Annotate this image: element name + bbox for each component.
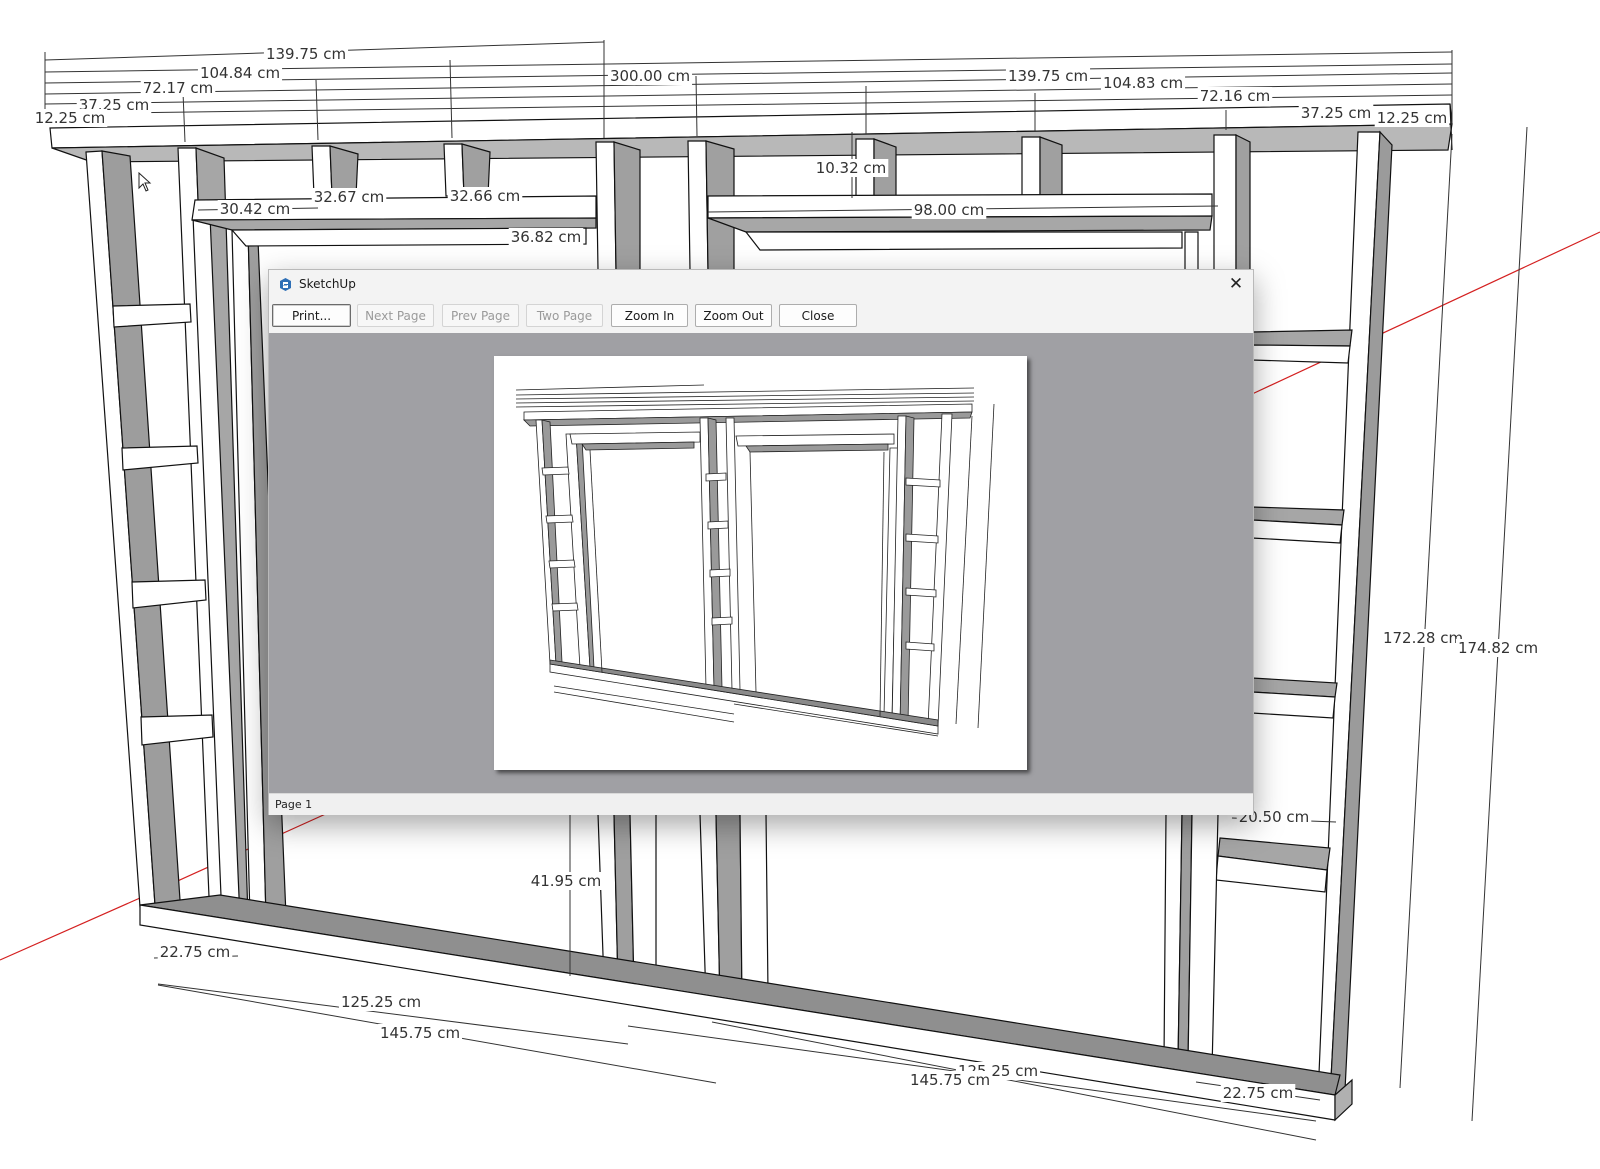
dim-label: 172.28 cm xyxy=(1383,629,1463,647)
dialog-title: SketchUp xyxy=(299,277,356,291)
two-page-button[interactable]: Two Page xyxy=(526,304,603,327)
page-thumbnail-drawing xyxy=(515,384,995,737)
dim-label: 145.75 cm xyxy=(380,1024,460,1042)
status-bar: Page 1 xyxy=(269,793,1253,815)
preview-area[interactable] xyxy=(269,333,1253,793)
next-page-button[interactable]: Next Page xyxy=(357,304,434,327)
dim-label: 125.25 cm xyxy=(341,993,421,1011)
zoom-in-button[interactable]: Zoom In xyxy=(611,304,688,327)
sketchup-logo-icon xyxy=(280,278,291,291)
close-icon[interactable]: ✕ xyxy=(1223,272,1249,296)
dim-label: 104.83 cm xyxy=(1103,74,1183,92)
mouse-pointer-icon xyxy=(138,172,152,192)
zoom-out-button[interactable]: Zoom Out xyxy=(695,304,772,327)
dim-label: 36.82 cm xyxy=(511,228,582,246)
dim-label: 145.75 cm xyxy=(910,1071,990,1089)
dim-label: 22.75 cm xyxy=(1223,1084,1294,1102)
dim-label: 139.75 cm xyxy=(266,45,346,63)
print-page-preview[interactable] xyxy=(494,356,1027,770)
close-button[interactable]: Close xyxy=(779,304,857,327)
prev-page-button[interactable]: Prev Page xyxy=(442,304,519,327)
stud-left-end xyxy=(85,150,181,908)
page-indicator: Page 1 xyxy=(275,798,313,811)
dim-label: 41.95 cm xyxy=(531,872,602,890)
dim-label: 10.32 cm xyxy=(816,159,887,177)
dim-label: 12.25 cm xyxy=(1377,109,1448,127)
dim-label: 72.17 cm xyxy=(143,79,214,97)
preview-toolbar: Print... Next Page Prev Page Two Page Zo… xyxy=(269,301,1253,333)
dim-label: 32.67 cm xyxy=(314,188,385,206)
dim-label: 30.42 cm xyxy=(220,200,291,218)
dim-label: 32.66 cm xyxy=(450,187,521,205)
dim-label: 12.25 cm xyxy=(35,109,106,127)
dim-label: 22.75 cm xyxy=(160,943,231,961)
dim-label: 174.82 cm xyxy=(1458,639,1538,657)
dim-label: 139.75 cm xyxy=(1008,67,1088,85)
dim-label: 72.16 cm xyxy=(1200,87,1271,105)
dialog-titlebar[interactable]: SketchUp ✕ xyxy=(269,270,1253,299)
dim-label: 300.00 cm xyxy=(610,67,690,85)
dim-label: 98.00 cm xyxy=(914,201,985,219)
print-preview-dialog: SketchUp ✕ Print... Next Page Prev Page … xyxy=(268,269,1254,815)
dim-label: 37.25 cm xyxy=(1301,104,1372,122)
print-button[interactable]: Print... xyxy=(272,304,351,327)
